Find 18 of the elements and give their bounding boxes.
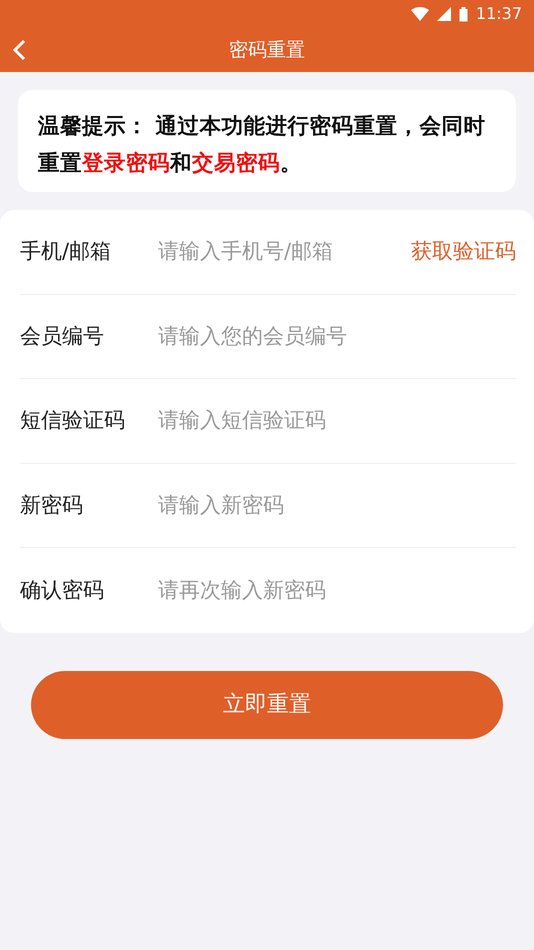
- notice-text: 温馨提示： 通过本功能进行密码重置，会同时重置登录密码和交易密码。: [18, 90, 516, 192]
- input-field[interactable]: 请输入手机号/邮箱: [158, 236, 411, 268]
- input-field[interactable]: 请输入新密码: [158, 490, 516, 521]
- field-label: 会员编号: [20, 322, 105, 350]
- battery-icon: [458, 6, 468, 22]
- field-label: 新密码: [20, 492, 84, 518]
- status-time: 11:37: [476, 3, 522, 25]
- input-field[interactable]: 请输入短信验证码: [158, 405, 516, 436]
- page-title: 密码重置: [229, 38, 305, 63]
- input-field[interactable]: 请输入您的会员编号: [158, 320, 516, 352]
- signal-icon: [436, 7, 451, 21]
- field-label: 短信验证码: [20, 407, 126, 434]
- reset-button[interactable]: 立即重置: [31, 670, 503, 738]
- get-code-link[interactable]: 获取验证码: [411, 236, 516, 268]
- field-label: 确认密码: [20, 576, 105, 604]
- field-label: 手机/邮箱: [20, 238, 112, 265]
- wifi-icon: [410, 7, 429, 21]
- input-field[interactable]: 请再次输入新密码: [158, 574, 516, 606]
